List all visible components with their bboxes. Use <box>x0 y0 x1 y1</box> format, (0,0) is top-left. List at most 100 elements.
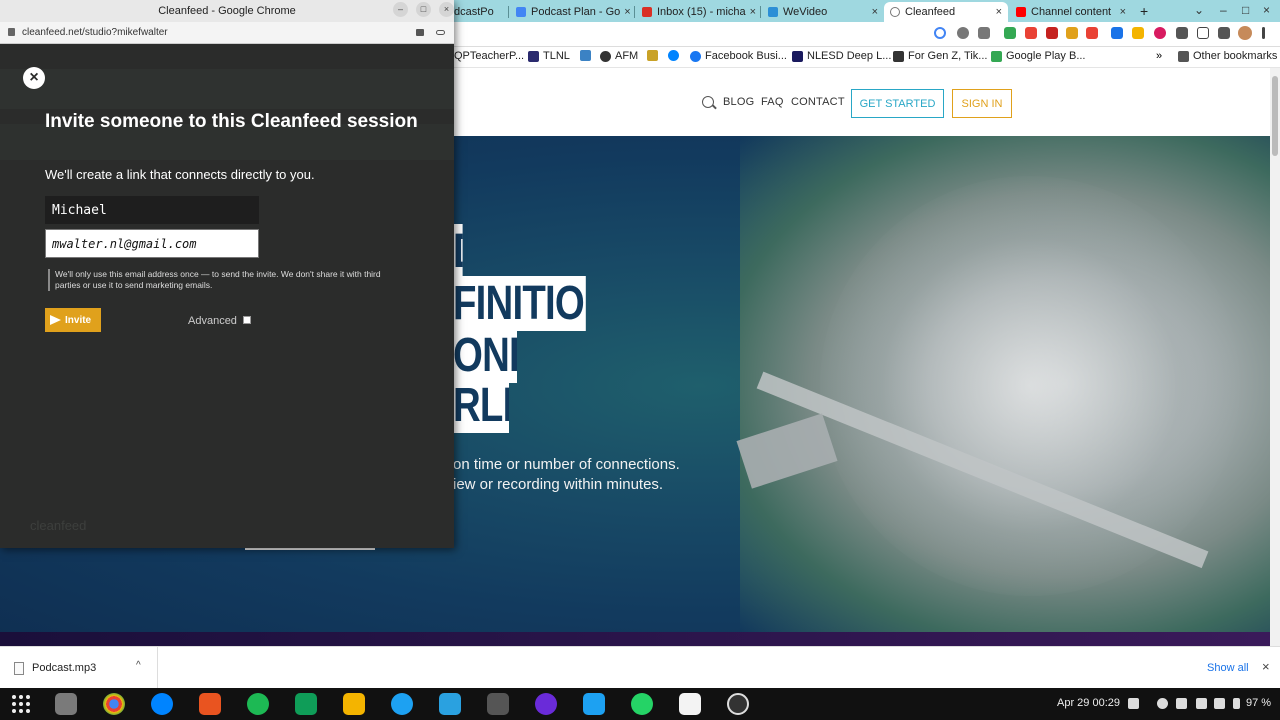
bookmark-icon[interactable] <box>1218 27 1230 39</box>
menu-icon[interactable] <box>1262 27 1265 39</box>
tab-close-icon[interactable]: × <box>1116 6 1126 18</box>
tab-cleanfeed[interactable]: Cleanfeed × <box>884 2 1008 22</box>
bookmark-google-play[interactable]: Google Play B... <box>991 50 1086 62</box>
bookmarks-overflow-button[interactable]: » <box>1156 50 1162 62</box>
taskbar: Apr 29 00:29 97 % <box>0 688 1280 720</box>
extension-icon[interactable] <box>1154 27 1166 39</box>
hero-heading-line: RLD <box>453 378 509 433</box>
office-icon[interactable] <box>679 693 701 715</box>
chat-icon[interactable] <box>295 693 317 715</box>
tab-close-icon[interactable]: × <box>868 6 878 18</box>
bookmark-facebook-business[interactable]: Facebook Busi... <box>690 50 787 62</box>
popup-window-title: Cleanfeed - Google Chrome <box>158 5 296 17</box>
get-started-button[interactable]: GET STARTED <box>851 89 944 118</box>
popup-title-bar[interactable]: Cleanfeed - Google Chrome – □ × <box>0 0 454 22</box>
extension-icon[interactable] <box>1111 27 1123 39</box>
app-icon[interactable] <box>439 693 461 715</box>
close-window-button[interactable]: × <box>1263 3 1270 17</box>
folder-icon <box>1178 50 1189 62</box>
tab-close-icon[interactable]: × <box>746 6 756 18</box>
invite-button-label: Invite <box>65 314 92 326</box>
minimize-button[interactable]: – <box>393 2 408 17</box>
download-item[interactable]: Podcast.mp3 ^ <box>0 647 158 689</box>
bookmark-icon-only[interactable] <box>647 50 662 61</box>
software-center-icon[interactable] <box>199 693 221 715</box>
messenger-icon[interactable] <box>151 693 173 715</box>
whatsapp-icon[interactable] <box>631 693 653 715</box>
clock[interactable]: Apr 29 00:29 <box>1057 697 1120 709</box>
sidebar-icon[interactable] <box>1197 27 1209 39</box>
bookmark-nlesd[interactable]: NLESD Deep L... <box>792 50 891 62</box>
wifi-icon[interactable] <box>1176 698 1187 709</box>
advanced-checkbox[interactable] <box>243 316 251 324</box>
bookmark-gen-z[interactable]: For Gen Z, Tik... <box>893 50 987 62</box>
nav-faq-link[interactable]: FAQ <box>761 96 784 108</box>
new-tab-button[interactable]: + <box>1140 3 1148 19</box>
microphone-icon[interactable] <box>1214 698 1225 709</box>
tab-wevideo[interactable]: WeVideo × <box>762 2 884 22</box>
other-bookmarks[interactable]: Other bookmarks <box>1178 50 1277 62</box>
spotify-icon[interactable] <box>247 693 269 715</box>
bookmark-icon-only[interactable] <box>668 50 683 61</box>
camera-icon[interactable] <box>416 29 424 36</box>
twitter-icon[interactable] <box>391 693 413 715</box>
close-window-button[interactable]: × <box>439 2 454 17</box>
avatar[interactable] <box>1238 26 1252 40</box>
email-field[interactable] <box>45 229 259 258</box>
hero-cta-button[interactable] <box>245 548 375 550</box>
extension-icon[interactable] <box>1132 27 1144 39</box>
nav-contact-link[interactable]: CONTACT <box>791 96 845 108</box>
extension-icon[interactable] <box>1025 27 1037 39</box>
page-scrollbar[interactable] <box>1270 68 1280 646</box>
lock-icon[interactable] <box>8 28 15 36</box>
maximize-button[interactable]: □ <box>1242 3 1249 17</box>
chevron-up-icon[interactable]: ^ <box>136 660 141 671</box>
files-icon[interactable] <box>55 693 77 715</box>
tab-podcastpo[interactable]: dcastPo <box>448 2 508 22</box>
maximize-button[interactable]: □ <box>416 2 431 17</box>
close-download-bar-icon[interactable]: × <box>1262 659 1270 674</box>
battery-percent: 97 % <box>1246 697 1272 709</box>
gmail-ext-icon[interactable] <box>1046 27 1058 39</box>
drive-icon[interactable] <box>1004 27 1016 39</box>
show-all-downloads-button[interactable]: Show all <box>1201 660 1255 676</box>
brightness-icon[interactable] <box>1157 698 1168 709</box>
bookmark-qpteacherp[interactable]: QPTeacherP... <box>454 50 524 62</box>
popup-url[interactable]: cleanfeed.net/studio?mikefwalter <box>22 27 168 38</box>
google-icon[interactable] <box>934 27 946 39</box>
sign-in-button[interactable]: SIGN IN <box>952 89 1012 118</box>
name-field[interactable] <box>45 196 259 224</box>
extension-icon[interactable] <box>1086 27 1098 39</box>
invite-button[interactable]: Invite <box>45 308 101 332</box>
share-icon[interactable] <box>957 27 969 39</box>
volume-icon[interactable] <box>1196 698 1207 709</box>
calculator-icon[interactable] <box>487 693 509 715</box>
bookmark-tlnl[interactable]: TLNL <box>528 50 570 62</box>
battery-icon[interactable] <box>1233 698 1240 709</box>
key-icon[interactable] <box>436 30 445 35</box>
nav-blog-link[interactable]: BLOG <box>723 96 754 108</box>
bookmark-icon-only[interactable] <box>580 50 595 61</box>
notification-icon[interactable] <box>1128 698 1139 709</box>
twitter-icon[interactable] <box>583 693 605 715</box>
puzzle-icon[interactable] <box>1176 27 1188 39</box>
star-icon[interactable] <box>978 27 990 39</box>
chrome-icon[interactable] <box>103 693 125 715</box>
tab-inbox[interactable]: Inbox (15) - micha × <box>636 2 758 22</box>
bookmark-afm[interactable]: AFM <box>600 50 638 62</box>
tab-channel-content[interactable]: Channel content × <box>1010 2 1132 22</box>
chart-icon <box>580 50 591 61</box>
tab-search-icon[interactable]: ⌄ <box>1194 3 1204 17</box>
tab-close-icon[interactable]: × <box>992 6 1002 18</box>
podcast-app-icon[interactable] <box>535 693 557 715</box>
search-icon[interactable] <box>702 96 714 108</box>
advanced-label: Advanced <box>188 315 237 327</box>
app-grid-icon[interactable] <box>12 695 30 713</box>
obs-icon[interactable] <box>727 693 749 715</box>
tab-close-icon[interactable]: × <box>620 6 630 18</box>
extension-icon[interactable] <box>1066 27 1078 39</box>
keep-icon[interactable] <box>343 693 365 715</box>
tab-podcast-plan[interactable]: Podcast Plan - Go × <box>510 2 632 22</box>
minimize-button[interactable]: – <box>1220 3 1227 17</box>
close-dialog-button[interactable]: × <box>23 67 45 89</box>
